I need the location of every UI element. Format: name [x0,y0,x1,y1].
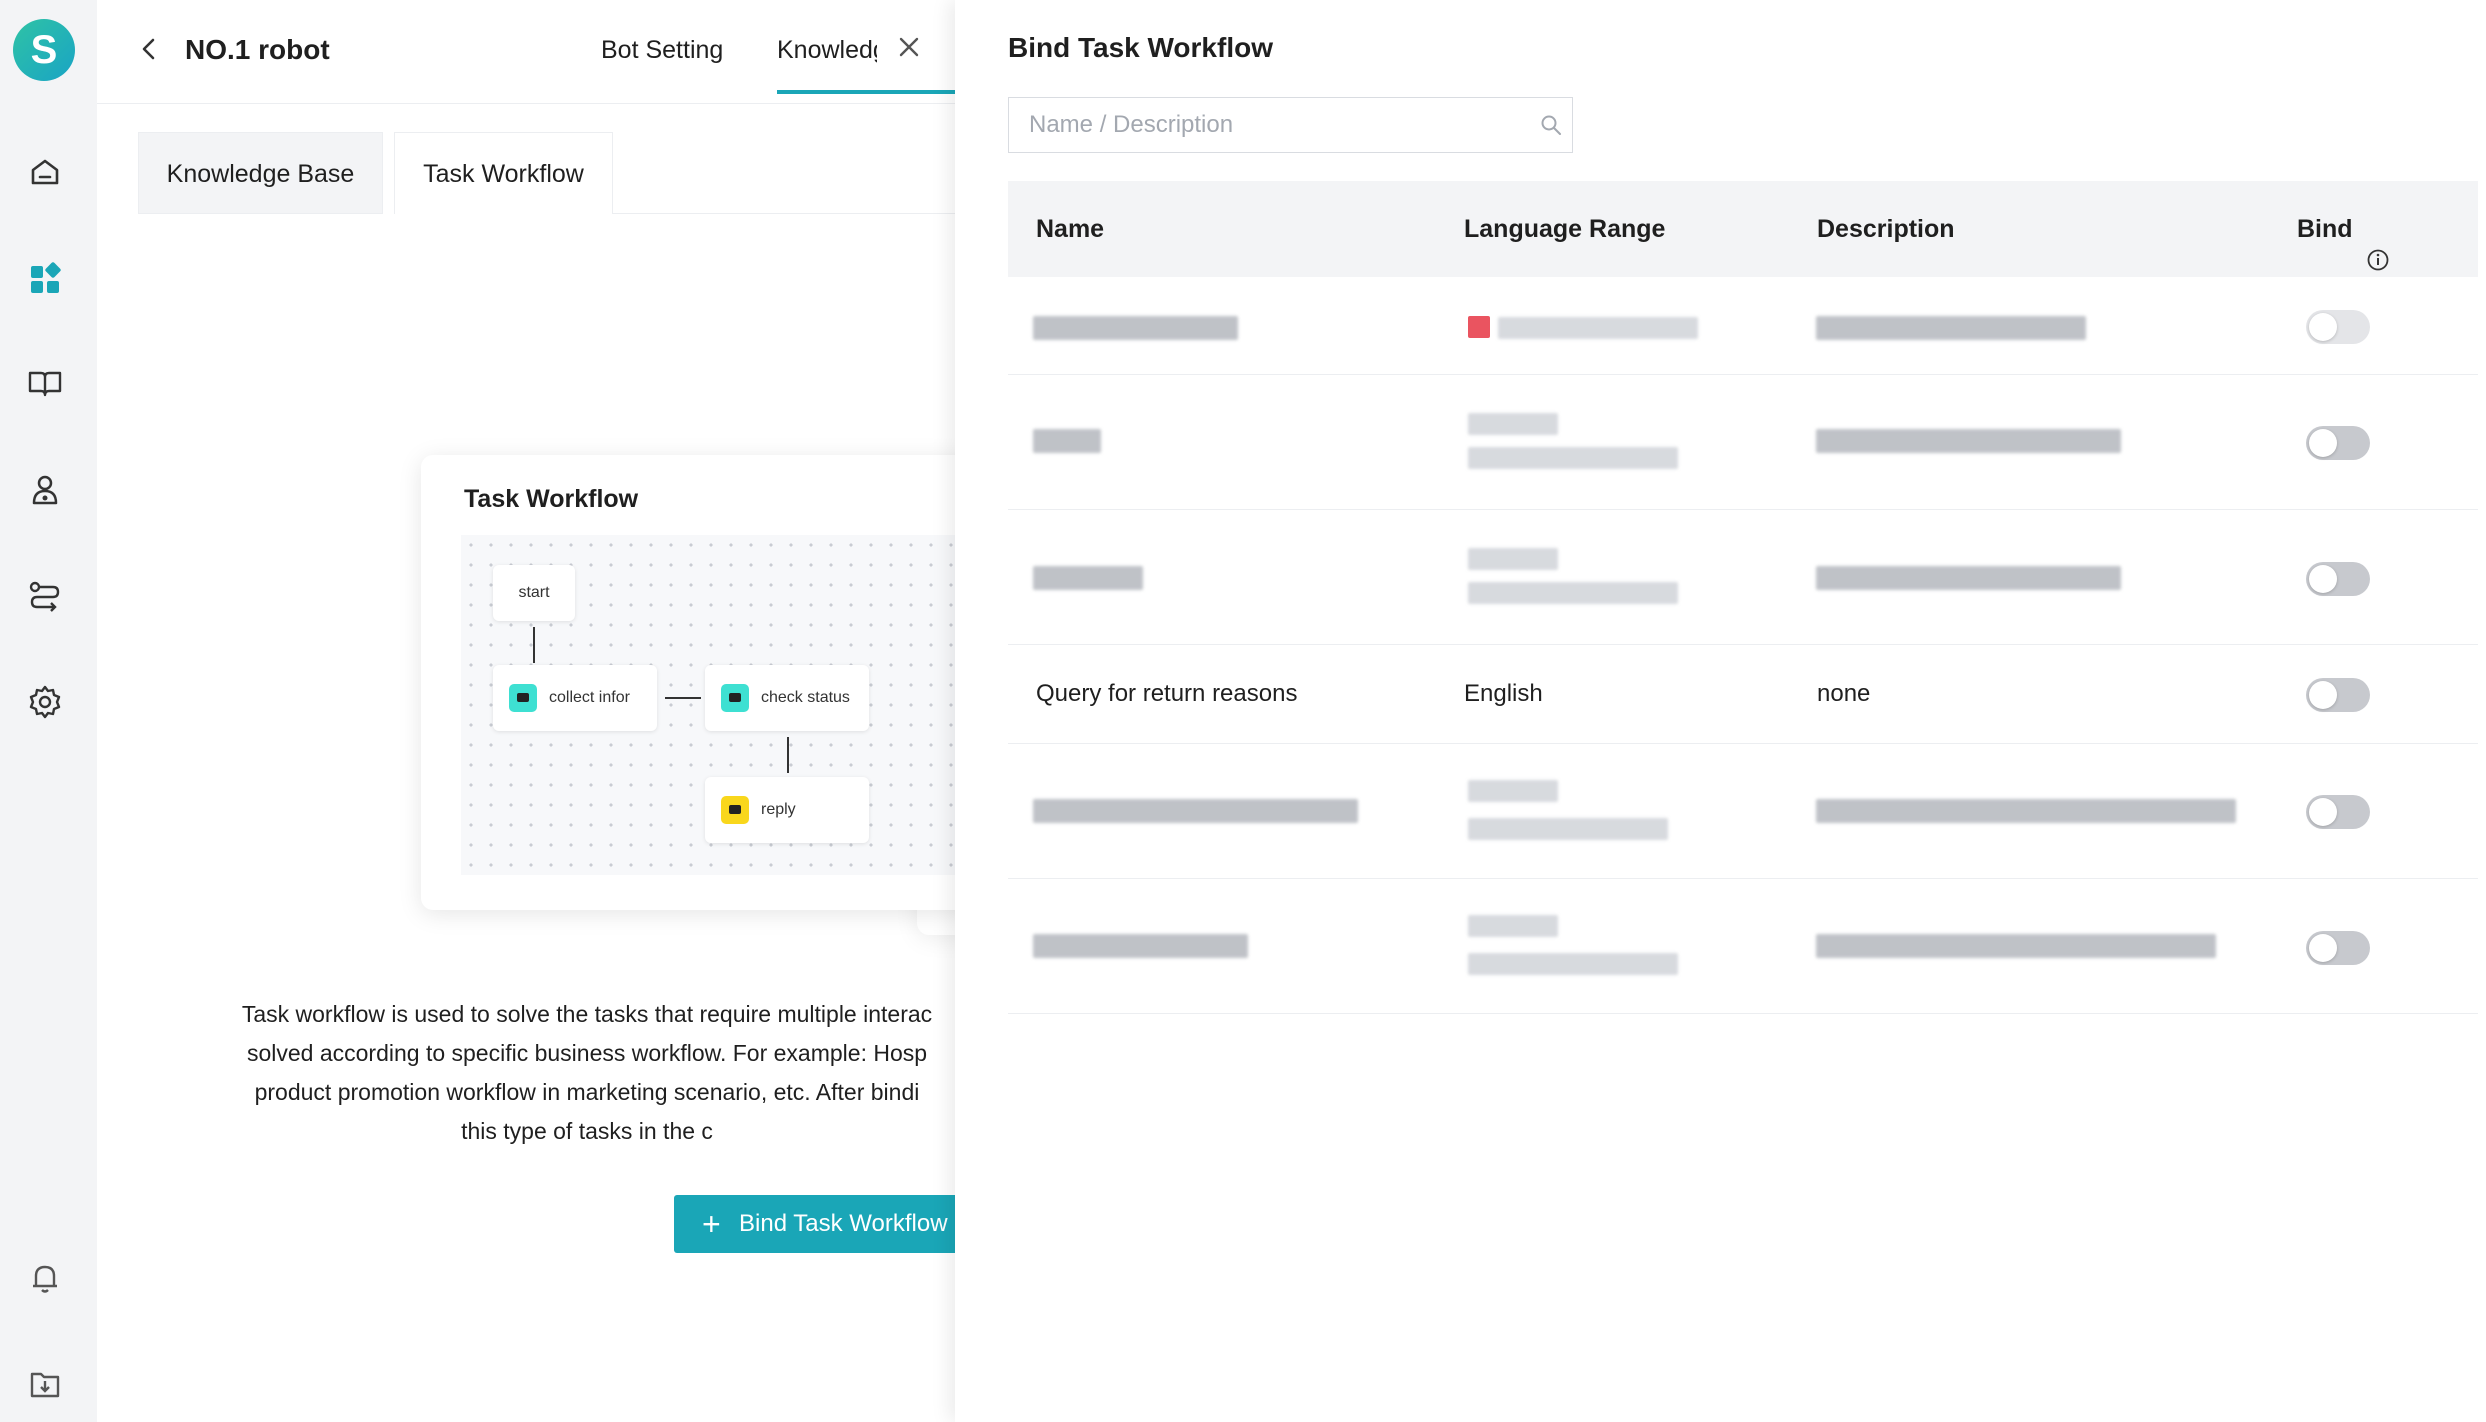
table-row: Query for return reasons English none [1008,645,2478,744]
redacted-name [1033,934,1248,958]
bind-toggle[interactable] [2306,426,2370,460]
illustration-title: Task Workflow [464,485,639,513]
logo-letter: S [30,28,58,72]
node-reply: reply [705,777,869,843]
bind-toggle[interactable] [2306,310,2370,344]
description-line-4: this type of tasks in the c [461,1118,713,1144]
subtab-task-workflow[interactable]: Task Workflow [394,132,613,214]
apps-icon[interactable] [25,259,65,299]
redacted-name [1033,429,1101,453]
redacted-language [1468,447,1678,469]
home-icon[interactable] [25,152,65,192]
nav-rail: S [0,0,97,1422]
bind-task-workflow-drawer: Bind Task Workflow Name Language Range D… [955,0,2486,1422]
close-icon[interactable] [896,34,922,60]
grid-icon [721,684,749,712]
table-row [1008,510,2478,645]
table-row [1008,879,2478,1014]
info-icon[interactable] [2366,216,2390,271]
language-flag [1468,316,1490,338]
redacted-description [1816,316,2086,340]
arrow-start-collect [533,627,535,663]
tab-knowledge[interactable]: Knowledge [777,36,877,65]
node-start: start [493,565,575,621]
redacted-language [1468,953,1678,975]
node-start-label: start [518,584,550,601]
bind-task-workflow-button[interactable]: + Bind Task Workflow [674,1195,974,1253]
column-name: Name [1036,215,1105,243]
redacted-language [1468,818,1668,840]
search-input[interactable] [1009,98,1529,152]
route-icon[interactable] [25,576,65,616]
column-bind-label: Bind [2297,215,2353,243]
bind-toggle[interactable] [2306,678,2370,712]
app-logo[interactable]: S [13,19,75,81]
page-header: NO.1 robot Bot Setting Knowledge [97,0,955,104]
table-header: Name Language Range Description Bind [1008,181,2478,277]
bell-icon[interactable] [25,1258,65,1298]
table-row [1008,277,2478,375]
robot-name: NO.1 robot [185,34,330,65]
workflow-description: none [1817,680,1871,707]
settings-icon[interactable] [25,682,65,722]
description-line-3: product promotion workflow in marketing … [254,1079,920,1105]
subtab-divider [613,213,955,214]
redacted-description [1816,934,2216,958]
workflow-name: Query for return reasons [1036,680,1298,707]
tab-bot-setting[interactable]: Bot Setting [601,36,723,65]
workflow-illustration: Task Workflow start collect infor check … [421,455,981,910]
back-arrow-icon[interactable] [137,34,163,64]
drawer-title: Bind Task Workflow [1008,32,1273,63]
bot-page: NO.1 robot Bot Setting Knowledge Knowled… [97,0,981,1422]
redacted-description [1816,566,2121,590]
node-check-label: check status [761,689,850,706]
column-language-range: Language Range [1464,215,1666,243]
node-reply-label: reply [761,801,796,818]
column-description: Description [1817,215,1955,243]
redacted-description [1816,429,2121,453]
redacted-language [1468,413,1558,435]
node-collect-infor: collect infor [493,665,657,731]
active-tab-indicator [777,90,955,94]
column-bind: Bind [2297,181,2390,277]
redacted-name [1033,799,1358,823]
arrow-check-reply [787,737,789,773]
download-icon[interactable] [25,1364,65,1404]
redacted-description [1816,799,2236,823]
description-line-2: solved according to specific business wo… [246,1040,928,1066]
description-line-1: Task workflow is used to solve the tasks… [241,1001,933,1027]
bind-toggle[interactable] [2306,931,2370,965]
node-check-status: check status [705,665,869,731]
task-workflow-description: Task workflow is used to solve the tasks… [137,995,1037,1151]
search-box[interactable] [1008,97,1573,153]
workflow-table: Name Language Range Description Bind Que… [1008,181,2478,1014]
chat-icon [509,684,537,712]
subtab-knowledge-base[interactable]: Knowledge Base [138,132,383,214]
book-icon[interactable] [25,363,65,403]
plus-icon: + [702,1206,721,1242]
bind-toggle[interactable] [2306,795,2370,829]
redacted-language [1468,915,1558,937]
redacted-language [1468,780,1558,802]
table-row [1008,375,2478,510]
redacted-name [1033,316,1238,340]
message-icon [721,796,749,824]
search-icon[interactable] [1539,113,1563,137]
node-collect-label: collect infor [549,689,630,706]
redacted-name [1033,566,1143,590]
bind-toggle[interactable] [2306,562,2370,596]
table-row [1008,744,2478,879]
workflow-language: English [1464,680,1543,707]
arrow-collect-check [665,697,701,699]
redacted-language [1498,317,1698,339]
bind-button-label: Bind Task Workflow [739,1210,948,1237]
user-icon[interactable] [25,470,65,510]
redacted-language [1468,582,1678,604]
redacted-language [1468,548,1558,570]
